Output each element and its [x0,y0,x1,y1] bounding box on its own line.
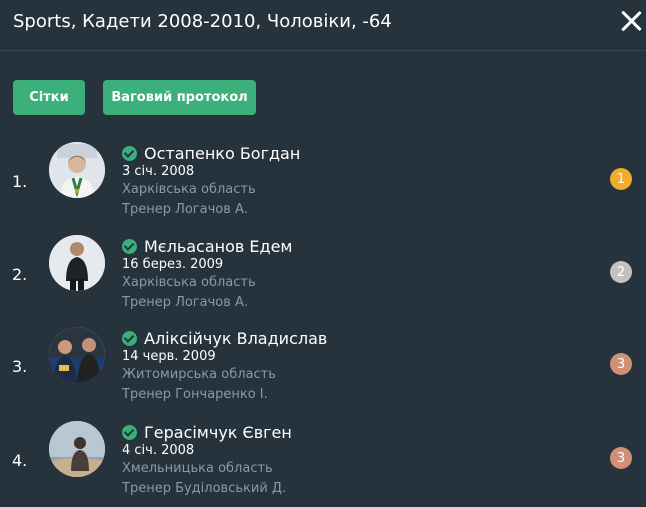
athlete-row[interactable]: 1. Остапенко Богдан 3 січ. 2008 Харківсь… [0,138,646,228]
check-circle-icon [122,331,137,346]
athlete-name[interactable]: Герасімчук Євген [144,423,292,442]
region: Житомирська область [122,367,276,382]
birth-date: 4 січ. 2008 [122,443,195,458]
avatar [49,235,105,291]
coach: Тренер Логачов А. [122,202,249,217]
region: Хмельницька область [122,461,273,476]
rank-number: 3. [12,357,28,376]
birth-date: 16 берез. 2009 [122,257,224,272]
athlete-name[interactable]: Остапенко Богдан [144,144,300,163]
athlete-name-line: Мєльасанов Едем [122,237,293,256]
athlete-name-line: Герасімчук Євген [122,423,292,442]
region: Харківська область [122,275,256,290]
region: Харківська область [122,182,256,197]
modal-header: Sports, Кадети 2008-2010, Чоловіки, -64 [0,0,646,51]
page-title: Sports, Кадети 2008-2010, Чоловіки, -64 [13,11,392,32]
coach: Тренер Гончаренко І. [122,387,268,402]
athlete-name-line: Остапенко Богдан [122,144,300,163]
athlete-name-line: Аліксійчук Владислав [122,329,327,348]
medal-icon: 1 [610,168,632,190]
athlete-row[interactable]: 2. Мєльасанов Едем 16 берез. 2009 Харків… [0,231,646,321]
medal-icon: 3 [610,353,632,375]
avatar [49,327,105,383]
close-icon[interactable] [619,9,643,33]
athlete-name[interactable]: Мєльасанов Едем [144,237,293,256]
coach: Тренер Буділовський Д. [122,481,287,496]
medal-icon: 3 [610,447,632,469]
medal-icon: 2 [610,261,632,283]
birth-date: 14 черв. 2009 [122,349,216,364]
athlete-name[interactable]: Аліксійчук Владислав [144,329,327,348]
check-circle-icon [122,146,137,161]
rank-number: 2. [12,265,28,284]
check-circle-icon [122,239,137,254]
rank-number: 1. [12,172,28,191]
birth-date: 3 січ. 2008 [122,164,195,179]
weigh-protocol-button[interactable]: Ваговий протокол [103,80,256,115]
avatar [49,421,105,477]
grids-button[interactable]: Сітки [13,80,85,115]
athlete-row[interactable]: 3. Аліксійчук Владислав 14 черв. 2009 Жи… [0,323,646,413]
coach: Тренер Логачов А. [122,295,249,310]
check-circle-icon [122,425,137,440]
athlete-row[interactable]: 4. Герасімчук Євген 4 січ. 2008 Хмельниц… [0,417,646,507]
rank-number: 4. [12,451,28,470]
avatar [49,142,105,198]
